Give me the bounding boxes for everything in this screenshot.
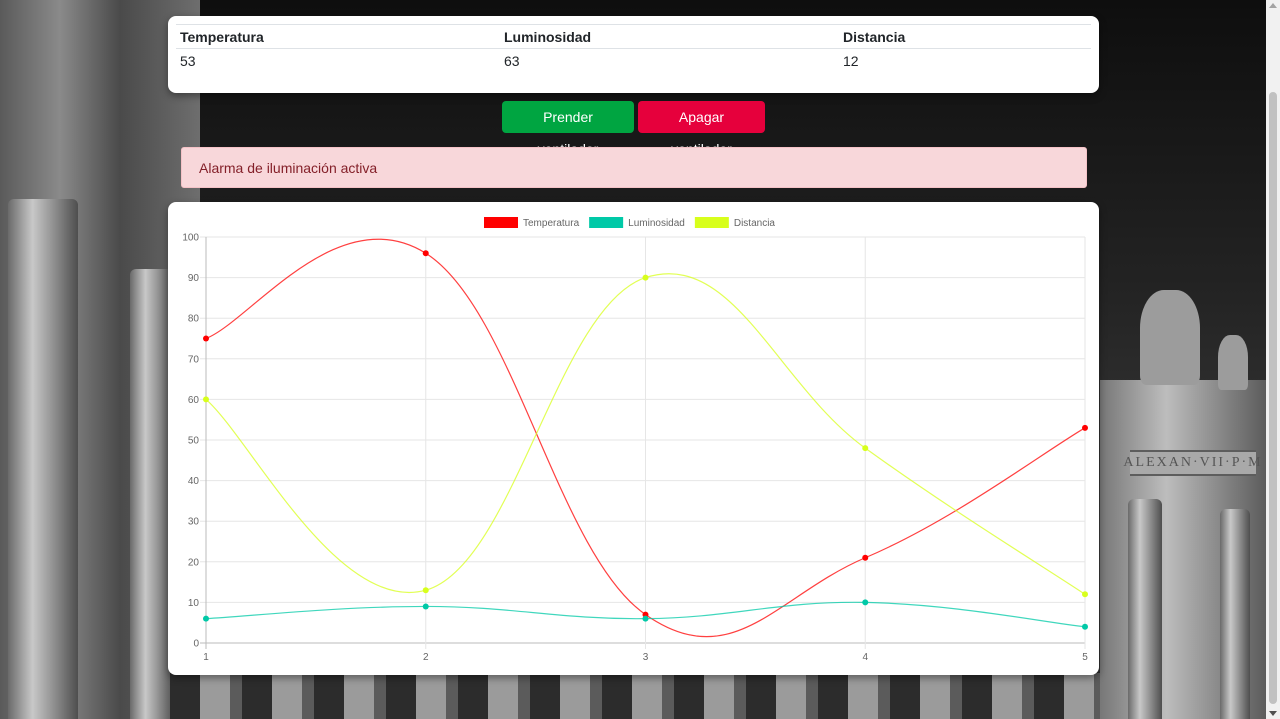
data-point-luminosidad bbox=[422, 603, 429, 610]
x-tick-label: 4 bbox=[862, 652, 868, 663]
data-point-distancia bbox=[203, 396, 209, 403]
x-tick-label: 2 bbox=[423, 652, 429, 663]
y-tick-label: 90 bbox=[188, 273, 200, 284]
sensor-chart-card: 0 10 20 30 40 50 60 70 80 90 100 1 2 3 4 5 Temperatura Lu… bbox=[168, 202, 1099, 675]
y-tick-label: 60 bbox=[188, 395, 200, 406]
scroll-down-icon[interactable] bbox=[1269, 711, 1277, 716]
fan-off-button[interactable]: Apagar ventilador bbox=[638, 101, 765, 157]
data-point-distancia bbox=[1082, 591, 1088, 598]
data-point-distancia bbox=[642, 274, 649, 281]
frieze-inscription: ALEXAN·VII·P·M bbox=[1123, 450, 1261, 476]
data-point-luminosidad bbox=[1082, 623, 1088, 630]
data-point-distancia bbox=[862, 445, 869, 452]
y-tick-label: 80 bbox=[188, 314, 200, 325]
legend-swatch-temperatura bbox=[484, 217, 518, 228]
value-distancia: 12 bbox=[843, 53, 859, 69]
data-point-luminosidad bbox=[642, 615, 649, 622]
y-tick-label: 10 bbox=[188, 598, 200, 609]
x-tick-label: 5 bbox=[1082, 652, 1088, 663]
scrollbar-thumb[interactable] bbox=[1269, 92, 1277, 704]
x-tick-label: 3 bbox=[643, 652, 649, 663]
fan-on-button[interactable]: Prender ventilador bbox=[502, 101, 634, 157]
page-scrollbar[interactable] bbox=[1266, 0, 1280, 719]
data-point-temperatura bbox=[422, 250, 429, 257]
legend-label-temperatura: Temperatura bbox=[523, 218, 580, 229]
value-luminosidad: 63 bbox=[504, 53, 520, 69]
sensor-table: Temperatura Luminosidad Distancia 53 63 … bbox=[176, 24, 1091, 73]
header-temperatura: Temperatura bbox=[176, 24, 500, 49]
data-point-distancia bbox=[422, 587, 429, 594]
fan-controls: Prender ventilador Apagar ventilador bbox=[502, 101, 765, 157]
data-point-luminosidad bbox=[862, 599, 869, 606]
data-point-temperatura bbox=[862, 554, 869, 561]
sensor-table-card: Temperatura Luminosidad Distancia 53 63 … bbox=[168, 16, 1099, 93]
sensor-line-chart: 0 10 20 30 40 50 60 70 80 90 100 1 2 3 4 5 Temperatura Lu… bbox=[182, 217, 1088, 663]
y-tick-label: 30 bbox=[188, 517, 200, 528]
legend-swatch-distancia bbox=[694, 217, 729, 228]
x-tick-label: 1 bbox=[203, 652, 209, 663]
y-tick-label: 20 bbox=[188, 557, 200, 568]
header-distancia: Distancia bbox=[839, 24, 1091, 49]
alert-text: Alarma de iluminación activa bbox=[199, 160, 378, 176]
lighting-alarm-alert: Alarma de iluminación activa bbox=[181, 147, 1087, 188]
legend-swatch-luminosidad bbox=[589, 217, 624, 228]
table-header-row: Temperatura Luminosidad Distancia bbox=[176, 24, 1091, 49]
data-point-temperatura bbox=[1082, 424, 1088, 431]
header-luminosidad: Luminosidad bbox=[500, 24, 839, 49]
legend-label-distancia: Distancia bbox=[734, 218, 776, 229]
data-point-luminosidad bbox=[203, 615, 209, 622]
y-tick-label: 100 bbox=[182, 233, 199, 244]
y-tick-label: 0 bbox=[193, 639, 199, 650]
y-tick-label: 50 bbox=[188, 436, 200, 447]
data-point-temperatura bbox=[203, 335, 209, 342]
legend-label-luminosidad: Luminosidad bbox=[628, 218, 685, 229]
value-temperatura: 53 bbox=[180, 53, 196, 69]
y-tick-label: 40 bbox=[188, 476, 200, 487]
y-tick-label: 70 bbox=[188, 354, 200, 365]
table-row: 53 63 12 bbox=[176, 49, 1091, 74]
scroll-up-icon[interactable] bbox=[1269, 3, 1277, 8]
